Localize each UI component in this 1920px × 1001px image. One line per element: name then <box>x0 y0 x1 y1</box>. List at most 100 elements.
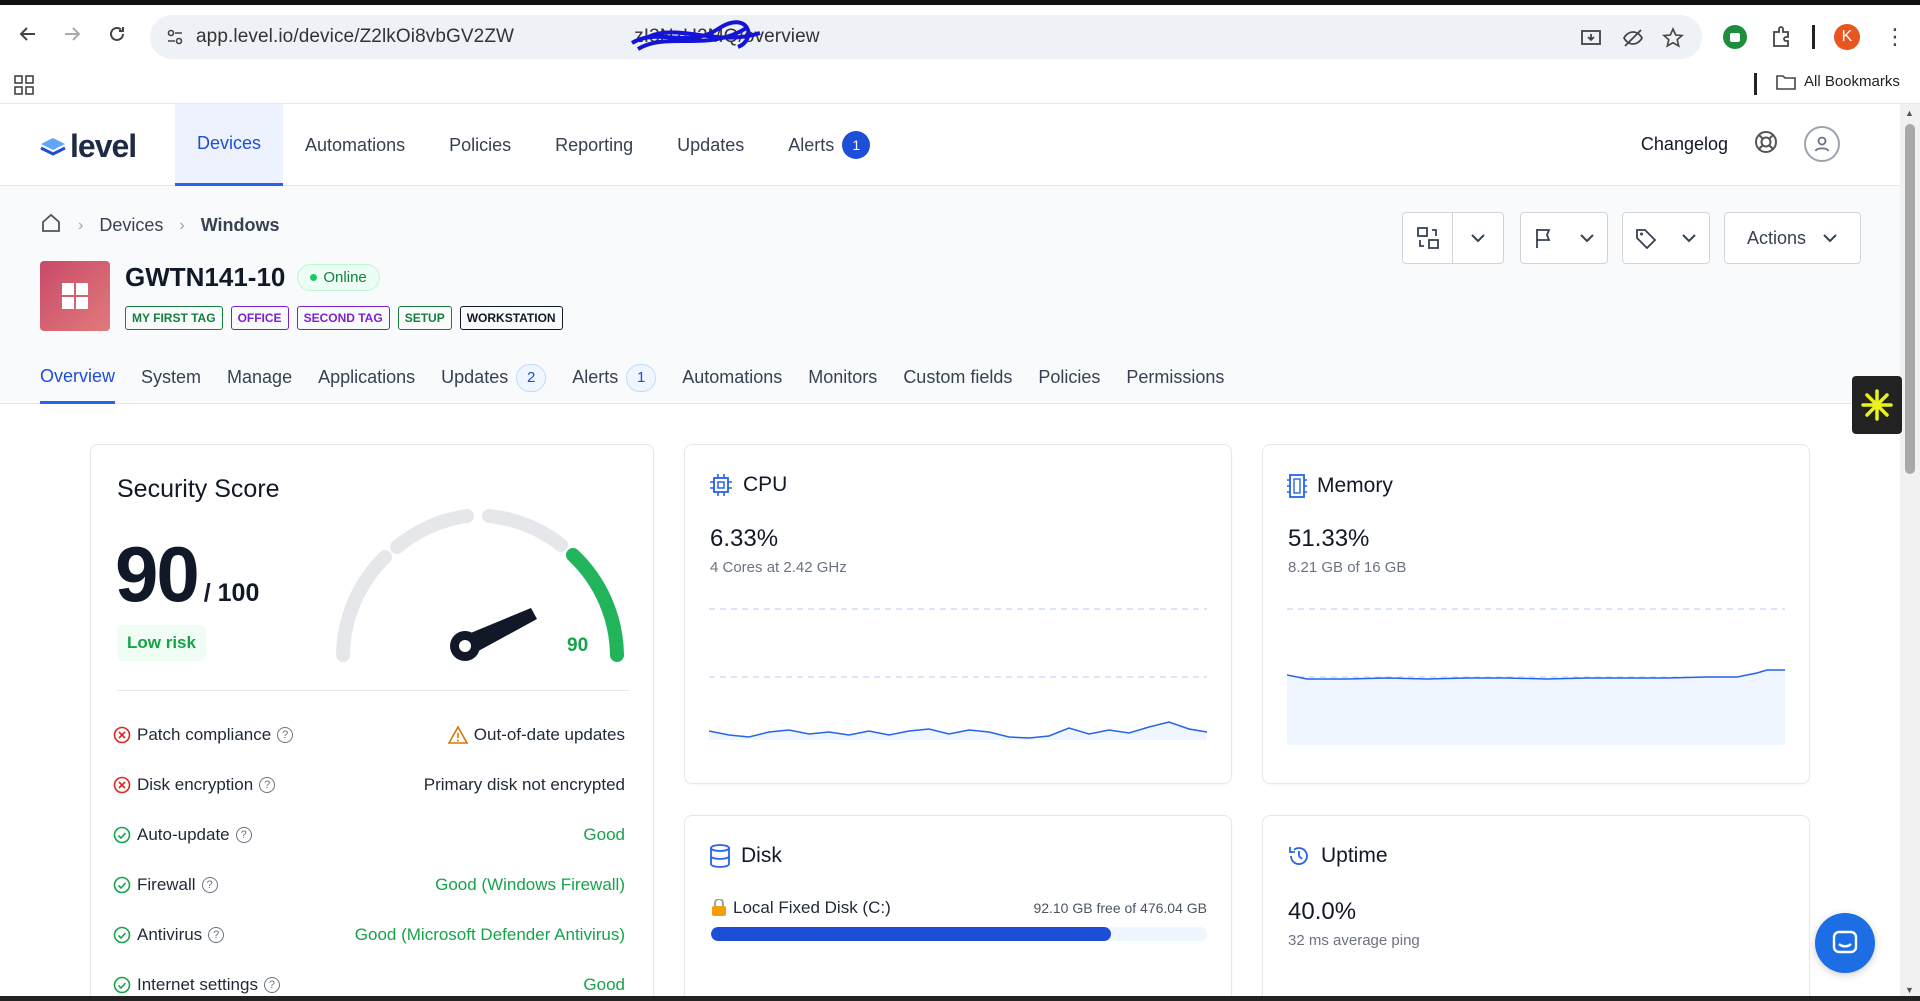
chevron-down-icon[interactable] <box>1453 213 1503 263</box>
page-scrollbar[interactable]: ▲ ▼ <box>1900 104 1920 1001</box>
security-row-patch-compliance: Patch compliance ? Out-of-date updates <box>113 723 625 747</box>
cpu-title: CPU <box>709 473 787 497</box>
score-gauge: 90 <box>336 509 624 662</box>
site-info-icon[interactable] <box>166 28 184 51</box>
changelog-link[interactable]: Changelog <box>1641 134 1728 155</box>
asterisk-widget-icon[interactable] <box>1852 376 1902 434</box>
check-circle-icon <box>113 876 131 894</box>
score-max: / 100 <box>203 579 260 607</box>
nav-devices[interactable]: Devices <box>175 104 284 186</box>
score-value: 90 <box>115 530 200 618</box>
flag-button[interactable] <box>1520 212 1608 264</box>
help-icon[interactable]: ? <box>277 727 294 743</box>
all-bookmarks[interactable]: All Bookmarks <box>1776 73 1900 90</box>
tab-system[interactable]: System <box>141 351 201 404</box>
scroll-down-icon[interactable]: ▼ <box>1905 985 1914 995</box>
tab-applications[interactable]: Applications <box>318 351 415 404</box>
gauge-needle <box>450 608 537 661</box>
install-app-icon[interactable] <box>1580 27 1602 49</box>
tab-monitors[interactable]: Monitors <box>808 351 877 404</box>
uptime-detail: 32 ms average ping <box>1288 932 1420 949</box>
help-icon[interactable]: ? <box>263 977 280 993</box>
user-account-icon[interactable] <box>1804 126 1840 162</box>
disk-card: Disk Local Fixed Disk (C:) 92.10 GB free… <box>684 815 1232 1001</box>
level-logo[interactable]: level <box>40 128 137 165</box>
more-menu-icon[interactable]: ⋮ <box>1882 24 1908 50</box>
tag[interactable]: SETUP <box>397 306 452 330</box>
cpu-detail: 4 Cores at 2.42 GHz <box>710 559 847 576</box>
help-icon[interactable]: ? <box>259 777 276 793</box>
security-row-firewall: Firewall ? Good (Windows Firewall) <box>113 873 625 897</box>
disk-usage-bar <box>711 927 1207 941</box>
help-icon[interactable]: ? <box>201 877 218 893</box>
uptime-title-text: Uptime <box>1321 844 1388 867</box>
memory-value: 51.33% <box>1288 525 1370 552</box>
folder-icon <box>1776 74 1796 90</box>
disk-free: 92.10 GB free of 476.04 GB <box>1033 900 1207 916</box>
apps-grid-icon[interactable] <box>14 75 34 100</box>
row-label: Antivirus <box>137 925 203 944</box>
help-lifebuoy-icon[interactable] <box>1754 130 1778 159</box>
tab-manage[interactable]: Manage <box>227 351 292 404</box>
alerts-count-badge: 1 <box>842 131 871 159</box>
tag[interactable]: MY FIRST TAG <box>125 306 223 330</box>
breadcrumb-devices[interactable]: Devices <box>99 215 163 236</box>
tab-alerts[interactable]: Alerts 1 <box>572 351 657 404</box>
tab-policies[interactable]: Policies <box>1038 351 1100 404</box>
cpu-chip-icon <box>710 474 732 496</box>
redaction-scribble <box>630 20 761 51</box>
tag[interactable]: SECOND TAG <box>296 306 390 330</box>
extension-icon[interactable] <box>1722 24 1748 50</box>
star-icon[interactable] <box>1662 27 1684 49</box>
tab-updates[interactable]: Updates 2 <box>441 351 547 404</box>
tab-automations[interactable]: Automations <box>682 351 782 404</box>
disk-title: Disk <box>709 844 782 868</box>
nav-policies[interactable]: Policies <box>427 104 533 186</box>
toolbar-divider <box>1812 25 1815 49</box>
memory-title-text: Memory <box>1317 474 1393 497</box>
tab-overview[interactable]: Overview <box>40 351 116 404</box>
actions-button[interactable]: Actions <box>1724 212 1861 264</box>
device-tags: MY FIRST TAG OFFICE SECOND TAG SETUP WOR… <box>125 306 563 330</box>
tag[interactable]: WORKSTATION <box>459 306 563 330</box>
tag-icon <box>1636 229 1657 249</box>
profile-avatar[interactable]: K <box>1834 24 1860 50</box>
online-dot-icon <box>310 274 318 281</box>
scrollbar-thumb[interactable] <box>1905 124 1915 474</box>
memory-module-icon <box>1287 474 1307 498</box>
help-icon[interactable]: ? <box>208 927 225 943</box>
cpu-card: CPU 6.33% 4 Cores at 2.42 GHz <box>684 444 1232 784</box>
cpu-usage-chart <box>709 608 1207 740</box>
back-icon[interactable] <box>14 20 42 48</box>
x-circle-icon <box>113 726 131 744</box>
home-icon[interactable] <box>40 212 62 239</box>
device-name-row: GWTN141-10 Online <box>125 262 380 293</box>
tag-button[interactable] <box>1622 212 1710 264</box>
memory-detail: 8.21 GB of 16 GB <box>1288 559 1407 576</box>
uptime-stats: 40.0% 32 ms average ping <box>1288 898 1420 949</box>
remote-access-icon[interactable] <box>1403 213 1453 263</box>
remote-control-button-group <box>1402 212 1504 264</box>
chevron-down-icon <box>1579 234 1594 243</box>
memory-usage-chart <box>1287 608 1785 745</box>
address-bar[interactable]: app.level.io/device/Z2lkOi8vbGV2ZW zI3NzU… <box>150 15 1702 59</box>
nav-reporting[interactable]: Reporting <box>533 104 655 186</box>
scroll-up-icon[interactable]: ▲ <box>1905 108 1914 118</box>
actions-label: Actions <box>1746 227 1807 248</box>
chat-support-button[interactable] <box>1815 913 1875 973</box>
updates-count-badge: 2 <box>516 363 547 392</box>
eye-off-icon[interactable] <box>1622 27 1644 49</box>
memory-title: Memory <box>1287 473 1393 499</box>
risk-badge: Low risk <box>117 625 206 661</box>
nav-automations[interactable]: Automations <box>283 104 427 186</box>
nav-alerts[interactable]: Alerts 1 <box>766 104 892 186</box>
forward-icon[interactable] <box>58 20 86 48</box>
reload-icon[interactable] <box>103 20 131 48</box>
tag[interactable]: OFFICE <box>230 306 289 330</box>
tab-custom-fields[interactable]: Custom fields <box>903 351 1012 404</box>
tab-permissions[interactable]: Permissions <box>1126 351 1224 404</box>
nav-updates[interactable]: Updates <box>655 104 766 186</box>
help-icon[interactable]: ? <box>235 827 252 843</box>
security-row-internet-settings: Internet settings ? Good <box>113 973 625 997</box>
puzzle-icon[interactable] <box>1769 24 1795 50</box>
